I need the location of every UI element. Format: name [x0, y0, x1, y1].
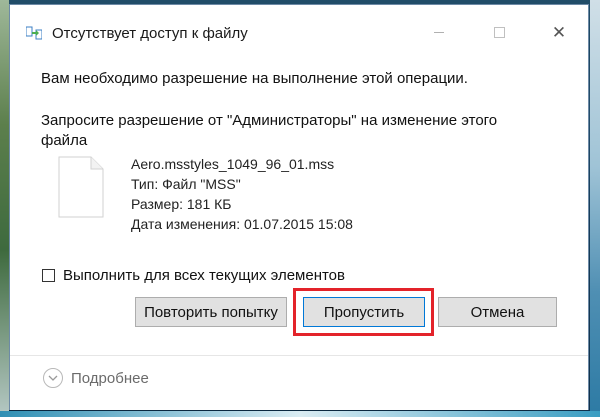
maximize-button[interactable]	[476, 19, 522, 45]
skip-button[interactable]: Пропустить	[303, 297, 425, 327]
more-details-label[interactable]: Подробнее	[71, 370, 149, 387]
file-icon	[58, 156, 104, 218]
maximize-icon	[493, 26, 505, 38]
title-bar[interactable]: Отсутствует доступ к файлу ✕	[10, 5, 588, 57]
chevron-down-icon[interactable]	[43, 368, 63, 388]
permission-request-text: Запросите разрешение от "Администраторы"…	[41, 112, 498, 149]
file-transfer-icon	[26, 26, 42, 40]
apply-all-option[interactable]: Выполнить для всех текущих элементов	[42, 267, 345, 284]
file-type: Тип: Файл "MSS"	[131, 176, 241, 192]
file-details: Aero.msstyles_1049_96_01.mss Тип: Файл "…	[131, 154, 353, 234]
permission-message: Вам необходимо разрешение на выполнение …	[41, 70, 468, 87]
apply-all-checkbox[interactable]	[42, 269, 55, 282]
wallpaper-bottom-edge	[0, 411, 600, 417]
apply-all-label[interactable]: Выполнить для всех текущих элементов	[63, 267, 345, 284]
more-details-toggle[interactable]: Подробнее	[43, 368, 149, 388]
close-button[interactable]: ✕	[536, 19, 582, 45]
wallpaper-left-edge	[0, 0, 9, 417]
wallpaper-right-edge	[590, 0, 600, 417]
retry-button[interactable]: Повторить попытку	[135, 297, 287, 327]
minimize-icon	[434, 31, 444, 33]
cancel-button[interactable]: Отмена	[438, 297, 557, 327]
file-access-dialog: Отсутствует доступ к файлу ✕ Вам необход…	[9, 4, 589, 410]
file-modified: Дата изменения: 01.07.2015 15:08	[131, 216, 353, 232]
window-title: Отсутствует доступ к файлу	[52, 25, 248, 42]
file-size: Размер: 181 КБ	[131, 196, 232, 212]
dialog-footer: Подробнее	[10, 356, 588, 410]
close-icon: ✕	[551, 22, 567, 42]
file-name: Aero.msstyles_1049_96_01.mss	[131, 156, 335, 172]
minimize-button[interactable]	[416, 19, 462, 45]
